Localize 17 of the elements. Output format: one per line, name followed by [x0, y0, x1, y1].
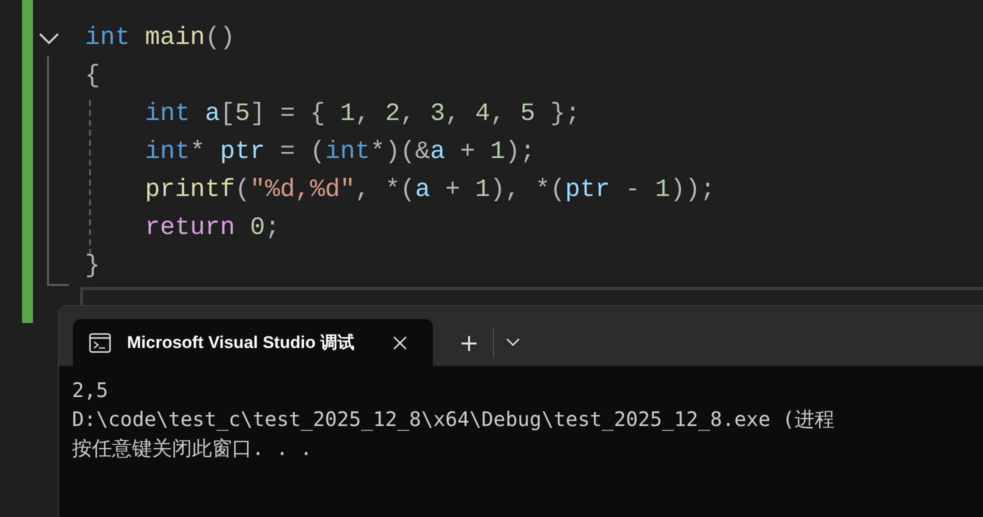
terminal-tab[interactable]: Microsoft Visual Studio 调试 — [73, 319, 433, 366]
new-tab-button[interactable]: + — [453, 328, 486, 358]
code-line: { — [85, 60, 100, 92]
code-line: int main() — [85, 22, 236, 54]
collapse-chevron-icon[interactable] — [38, 32, 60, 46]
dropdown-chevron-icon[interactable] — [506, 338, 520, 346]
console-output-line: 按任意键关闭此窗口. . . — [72, 435, 312, 462]
close-icon[interactable] — [393, 336, 407, 350]
tab-title: Microsoft Visual Studio 调试 — [127, 332, 356, 354]
code-line: } — [85, 250, 100, 282]
code-line: int a[5] = { 1, 2, 3, 4, 5 }; — [145, 98, 580, 130]
code-line: return 0; — [145, 212, 280, 244]
console-icon — [89, 332, 111, 352]
code-line: printf("%d,%d", *(a + 1), *(ptr - 1)); — [145, 174, 716, 206]
code-line: int* ptr = (int*)(&a + 1); — [145, 136, 536, 168]
console-output-line: 2,5 — [72, 377, 108, 404]
console-output-line: D:\code\test_c\test_2025_12_8\x64\Debug\test_2025_12_8.exe (进程 — [72, 406, 834, 433]
